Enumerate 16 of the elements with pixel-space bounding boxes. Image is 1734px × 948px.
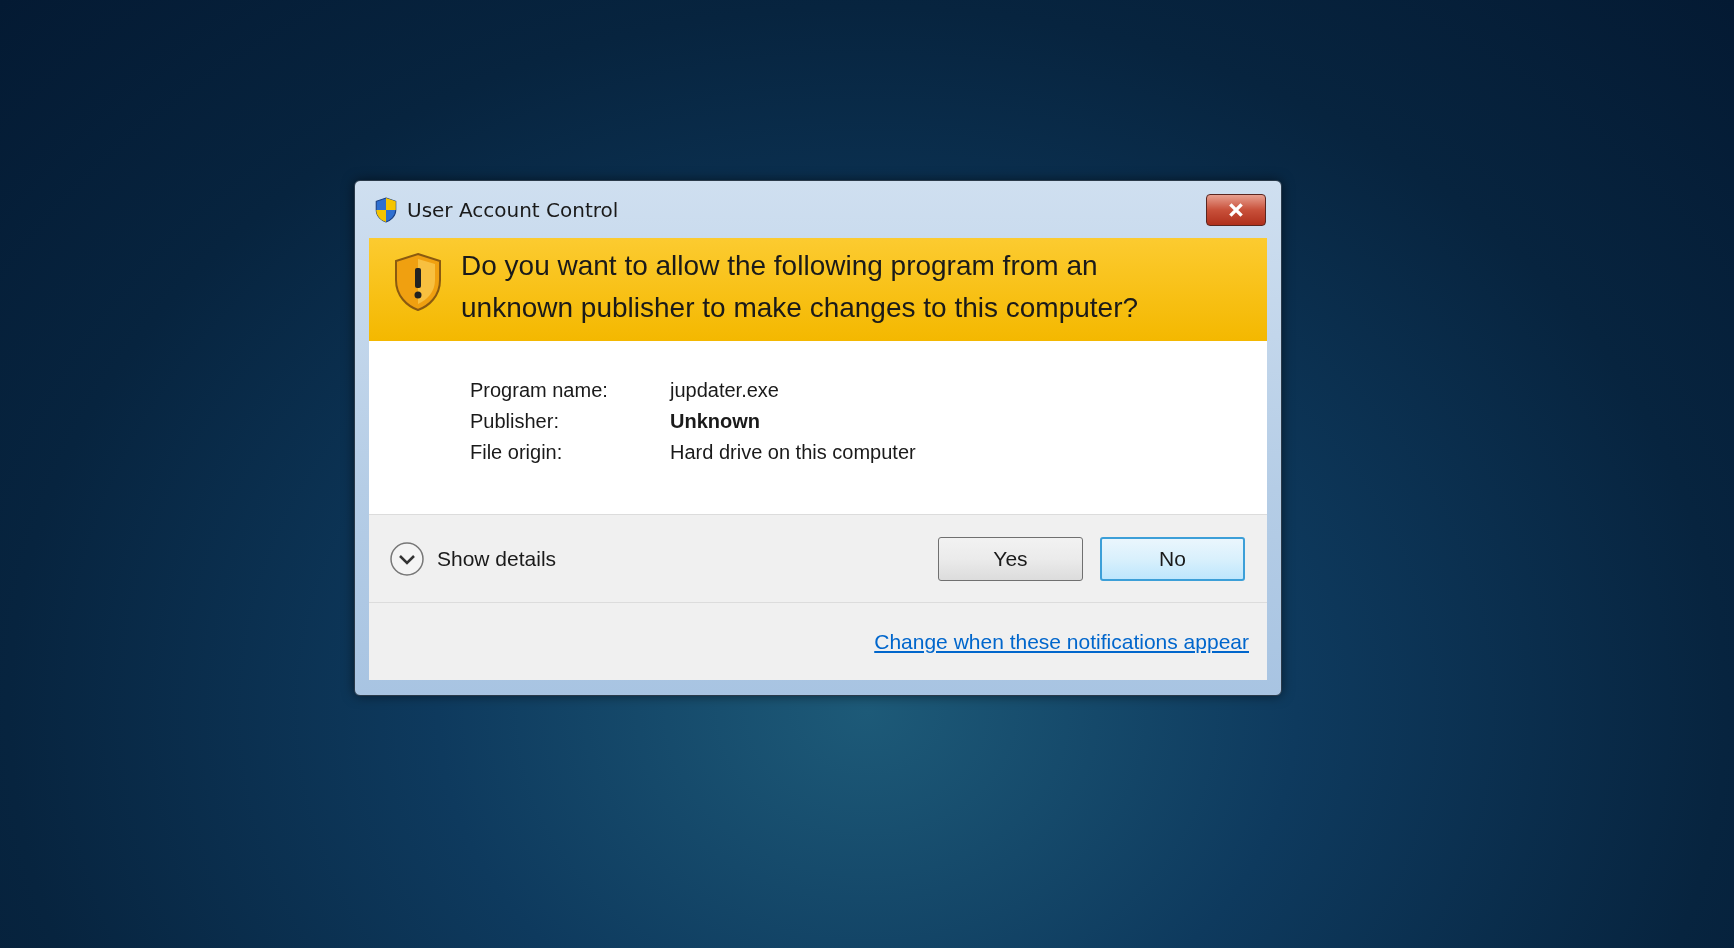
- show-details-button[interactable]: Show details: [389, 540, 557, 577]
- dialog-button[interactable]: Yes: [938, 536, 1083, 581]
- field-value: jupdater.exe: [670, 379, 779, 402]
- warning-shield-icon: [393, 252, 443, 312]
- question-text: Do you want to allow the following program from an unknown publisher to make changes to this computer?: [461, 249, 1140, 325]
- field-value: Unknown: [670, 410, 760, 433]
- field-label: File origin:: [470, 441, 563, 464]
- settings-link[interactable]: Change when these notifications appear: [874, 629, 1249, 654]
- close-icon: [1227, 202, 1245, 217]
- window-title: User Account Control: [407, 197, 620, 222]
- close-button[interactable]: [1206, 193, 1266, 226]
- field-label: Program name:: [470, 379, 608, 402]
- dialog-button[interactable]: No: [1100, 536, 1245, 581]
- shield-icon: [375, 196, 397, 223]
- field-label: Publisher:: [470, 410, 559, 433]
- field-value: Hard drive on this computer: [670, 441, 916, 464]
